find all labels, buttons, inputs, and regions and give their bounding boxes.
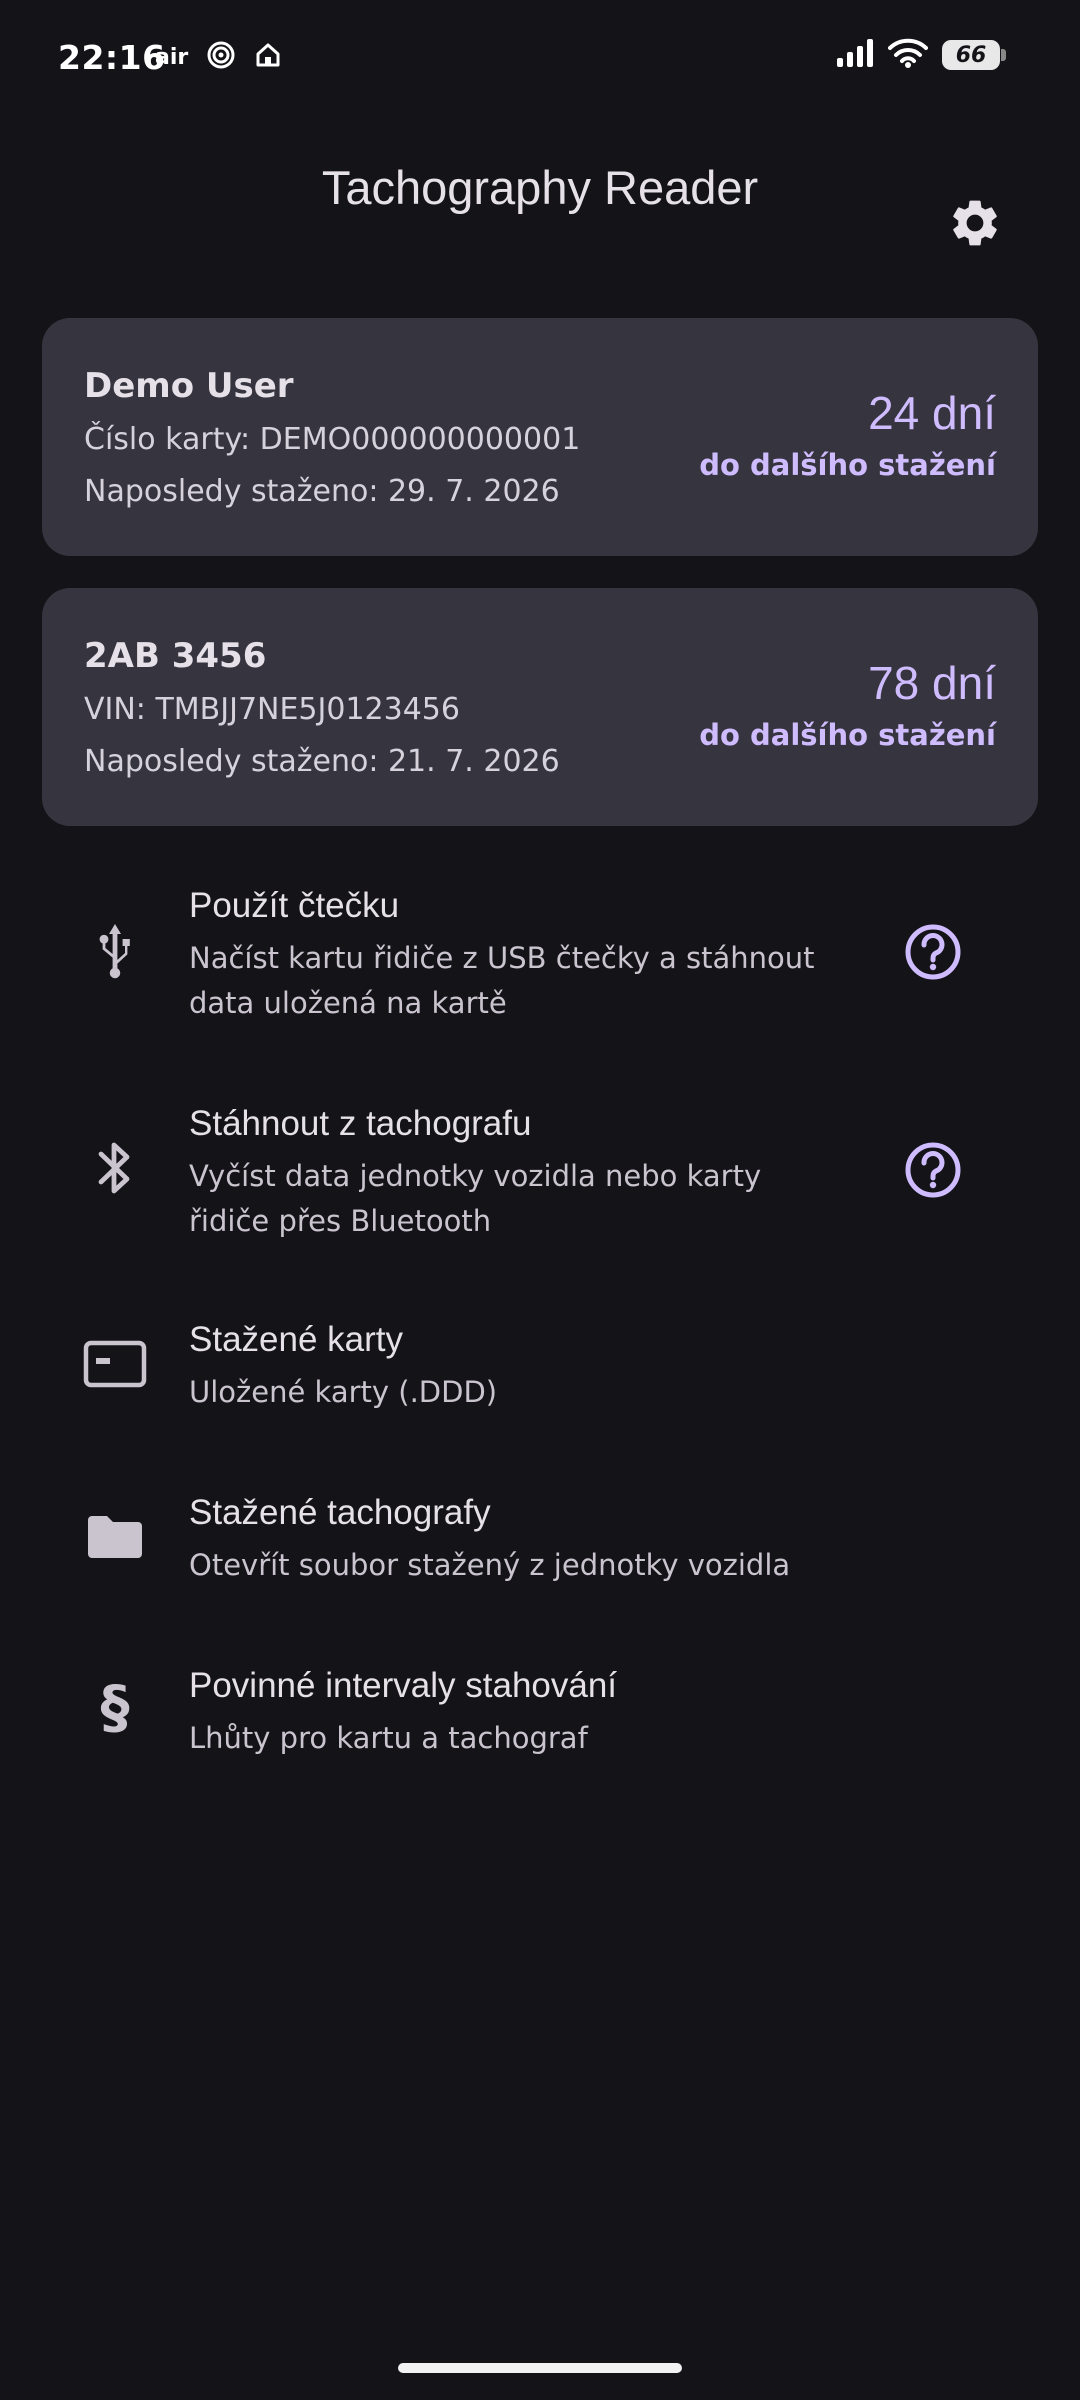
home-icon xyxy=(254,41,282,73)
folder-icon xyxy=(80,1502,150,1572)
battery-level: 66 xyxy=(955,42,987,68)
last-download: Naposledy staženo: 29. 7. 2026 xyxy=(84,474,560,509)
card-title: Demo User xyxy=(84,366,294,406)
help-button[interactable] xyxy=(902,921,964,983)
menu-item-download-tachograph[interactable]: Stáhnout z tachografu Vyčíst data jednot… xyxy=(0,1088,1080,1248)
card-number: Číslo karty: DEMO000000000001 xyxy=(84,422,581,457)
vehicle-summary[interactable]: 2AB 3456 VIN: TMBJJ7NE5J0123456 Naposled… xyxy=(42,588,1038,826)
section-sign-icon: § xyxy=(100,1673,130,1741)
days-remaining: 24 dní xyxy=(868,387,996,439)
menu-subtitle: Otevřít soubor stažený z jednotky vozidl… xyxy=(189,1548,791,1582)
signal-icon xyxy=(836,38,874,72)
home-indicator[interactable] xyxy=(398,2363,682,2373)
card-title: 2AB 3456 xyxy=(84,636,267,676)
status-time: 22:16 xyxy=(58,38,166,77)
status-bar: 22:16 air 66 xyxy=(0,0,1080,120)
menu-title: Stažené tachografy xyxy=(189,1493,491,1532)
menu-item-use-reader[interactable]: Použít čtečku Načíst kartu řidiče z USB … xyxy=(0,870,1080,1030)
menu-title: Povinné intervaly stahování xyxy=(189,1666,618,1705)
usb-icon xyxy=(80,915,150,985)
menu-subtitle: Vyčíst data jednotky vozidla nebo karty … xyxy=(189,1159,762,1238)
vin-number: VIN: TMBJJ7NE5J0123456 xyxy=(84,692,460,727)
help-icon xyxy=(905,1142,961,1198)
app-title: Tachography Reader xyxy=(321,161,759,214)
bluetooth-icon xyxy=(80,1133,150,1203)
menu-title: Stáhnout z tachografu xyxy=(189,1104,532,1143)
menu-item-download-intervals[interactable]: § Povinné intervaly stahování Lhůty pro … xyxy=(0,1652,1080,1772)
menu-title: Stažené karty xyxy=(189,1320,403,1359)
help-button[interactable] xyxy=(902,1139,964,1201)
menu-item-downloaded-tachographs[interactable]: Stažené tachografy Otevřít soubor stažen… xyxy=(0,1479,1080,1599)
wifi-icon xyxy=(888,38,928,72)
status-system-icons: 66 xyxy=(836,38,1006,72)
menu-title: Použít čtečku xyxy=(189,886,400,925)
days-remaining-label: do dalšího stažení xyxy=(699,718,996,752)
battery-icon: 66 xyxy=(942,40,1006,70)
home-screen: 22:16 air 66 Tachography Reader Demo Use… xyxy=(0,0,1080,2400)
spiral-icon xyxy=(206,40,236,74)
last-download: Naposledy staženo: 21. 7. 2026 xyxy=(84,744,560,779)
menu-item-downloaded-cards[interactable]: Stažené karty Uložené karty (.DDD) xyxy=(0,1306,1080,1426)
driver-card-summary[interactable]: Demo User Číslo karty: DEMO000000000001 … xyxy=(42,318,1038,556)
days-remaining-label: do dalšího stažení xyxy=(699,448,996,482)
gear-icon xyxy=(953,200,997,246)
air-icon: air xyxy=(155,44,189,70)
card-icon xyxy=(80,1329,150,1399)
menu-subtitle: Uložené karty (.DDD) xyxy=(189,1375,498,1409)
help-icon xyxy=(905,924,961,980)
menu-subtitle: Lhůty pro kartu a tachograf xyxy=(189,1721,588,1755)
menu-subtitle: Načíst kartu řidiče z USB čtečky a stáhn… xyxy=(189,941,815,1020)
settings-button[interactable] xyxy=(945,193,1005,253)
status-notification-icons: air xyxy=(155,40,282,74)
days-remaining: 78 dní xyxy=(868,657,996,709)
